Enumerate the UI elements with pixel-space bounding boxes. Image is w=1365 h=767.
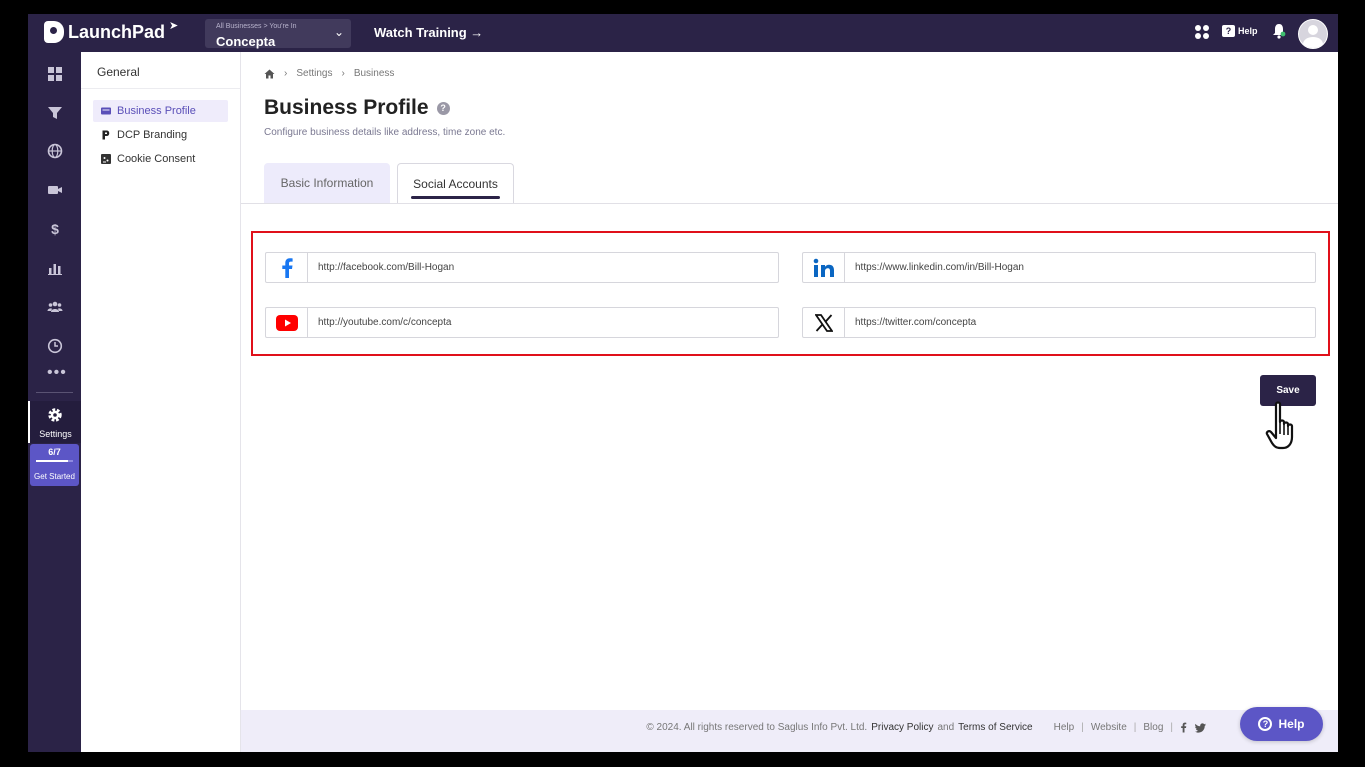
linkedin-url-input[interactable]: [845, 253, 1315, 282]
footer-twitter-icon[interactable]: [1195, 722, 1206, 733]
top-bar: LaunchPad ➤ All Businesses > You're In C…: [28, 14, 1338, 52]
subnav-item-label: Cookie Consent: [117, 153, 196, 165]
settings-subnav: General Business Profile DCP Branding Co…: [81, 52, 241, 752]
help-chat-icon: ?: [1222, 25, 1235, 37]
video-icon[interactable]: [47, 182, 63, 198]
page-title-text: Business Profile: [264, 96, 429, 119]
svg-text:$: $: [51, 221, 59, 237]
business-selector-crumb: All Businesses > You're In: [216, 23, 297, 30]
apps-grid-icon[interactable]: [1195, 25, 1209, 39]
twitter-url-input[interactable]: [845, 308, 1315, 337]
breadcrumb-separator: ›: [341, 68, 345, 79]
footer-blog-link[interactable]: Blog: [1143, 722, 1163, 733]
linkedin-field: [802, 252, 1316, 283]
breadcrumb-settings[interactable]: Settings: [296, 68, 332, 79]
chart-icon[interactable]: [47, 260, 63, 276]
subnav-divider: [81, 88, 240, 89]
question-icon[interactable]: ?: [436, 101, 450, 115]
privacy-policy-link[interactable]: Privacy Policy: [871, 722, 933, 733]
footer-and: and: [937, 722, 955, 733]
facebook-icon: [266, 253, 308, 282]
footer-separator: |: [1133, 722, 1137, 733]
clock-icon[interactable]: [47, 338, 63, 354]
id-card-icon: [101, 107, 111, 115]
subnav-title: General: [97, 65, 140, 79]
subnav-item-business-profile[interactable]: Business Profile: [93, 100, 228, 122]
footer-separator: |: [1170, 722, 1173, 733]
get-started-count: 6/7: [48, 447, 61, 457]
globe-icon[interactable]: [47, 143, 63, 159]
business-selector[interactable]: All Businesses > You're In Concepta ⌄: [205, 19, 351, 49]
cookie-icon: [101, 154, 111, 164]
footer-website-link[interactable]: Website: [1091, 722, 1127, 733]
help-floating-button[interactable]: ? Help: [1240, 707, 1323, 741]
get-started-progress: [36, 460, 73, 462]
funnel-icon[interactable]: [47, 105, 63, 121]
watch-training-link[interactable]: Watch Training →: [374, 25, 483, 40]
help-menu-label: Help: [1238, 26, 1258, 36]
get-started-progress-fill: [36, 460, 68, 462]
brand-name: LaunchPad: [68, 21, 166, 42]
home-icon[interactable]: [264, 69, 275, 79]
footer: © 2024. All rights reserved to Saglus In…: [241, 710, 1338, 752]
app-window: LaunchPad ➤ All Businesses > You're In C…: [28, 14, 1338, 752]
business-selector-value: Concepta: [216, 34, 276, 49]
rail-divider: [36, 392, 73, 393]
dollar-icon[interactable]: $: [47, 221, 63, 237]
linkedin-icon: [803, 253, 845, 282]
chevron-down-icon: ⌄: [333, 25, 344, 39]
logo[interactable]: LaunchPad ➤: [44, 19, 179, 43]
users-icon[interactable]: [47, 299, 63, 315]
x-twitter-icon: [803, 308, 845, 337]
brand-p-icon: [102, 130, 110, 140]
twitter-field: [802, 307, 1316, 338]
hand-cursor-icon: [1265, 401, 1294, 450]
footer-row: © 2024. All rights reserved to Saglus In…: [646, 722, 1206, 733]
footer-help-link[interactable]: Help: [1054, 722, 1075, 733]
footer-separator: |: [1081, 722, 1084, 733]
footer-copyright: © 2024. All rights reserved to Saglus In…: [646, 722, 868, 733]
question-circle-icon: ?: [1258, 717, 1273, 731]
bell-icon[interactable]: [1272, 23, 1286, 39]
subnav-item-cookie-consent[interactable]: Cookie Consent: [93, 148, 228, 170]
social-accounts-panel: [251, 231, 1330, 356]
rocket-icon: ➤: [169, 19, 179, 32]
get-started-label: Get Started: [34, 472, 75, 481]
rail-nav: $ ••• Settings 6/7 Get Started: [28, 52, 81, 752]
facebook-url-input[interactable]: [308, 253, 778, 282]
dashboard-icon[interactable]: [47, 66, 63, 82]
tab-divider: [241, 203, 1338, 204]
main-content: › Settings › Business Business Profile ?…: [241, 52, 1338, 752]
youtube-url-input[interactable]: [308, 308, 778, 337]
youtube-icon: [266, 308, 308, 337]
get-started-button[interactable]: 6/7 Get Started: [30, 444, 79, 486]
help-floating-label: Help: [1278, 717, 1305, 731]
terms-of-service-link[interactable]: Terms of Service: [958, 722, 1032, 733]
page-title: Business Profile ?: [264, 96, 450, 120]
breadcrumb-separator: ›: [284, 68, 288, 79]
subnav-item-label: DCP Branding: [117, 129, 188, 141]
gear-icon: [48, 408, 62, 422]
subnav-item-label: Business Profile: [117, 105, 196, 117]
launchpad-logo-icon: [44, 21, 64, 43]
page-subtitle: Configure business details like address,…: [264, 127, 506, 138]
breadcrumb-business[interactable]: Business: [354, 68, 395, 79]
rail-settings-label: Settings: [39, 429, 72, 439]
avatar[interactable]: [1298, 19, 1328, 49]
footer-facebook-icon[interactable]: [1180, 722, 1187, 733]
facebook-field: [265, 252, 779, 283]
rail-settings[interactable]: Settings: [28, 401, 81, 443]
youtube-field: [265, 307, 779, 338]
breadcrumb: › Settings › Business: [264, 68, 394, 79]
tab-basic-information[interactable]: Basic Information: [264, 163, 390, 203]
more-icon[interactable]: •••: [47, 365, 67, 381]
tab-social-accounts[interactable]: Social Accounts: [397, 163, 514, 203]
help-menu-button[interactable]: ? Help: [1222, 25, 1258, 37]
subnav-item-dcp-branding[interactable]: DCP Branding: [93, 124, 228, 146]
